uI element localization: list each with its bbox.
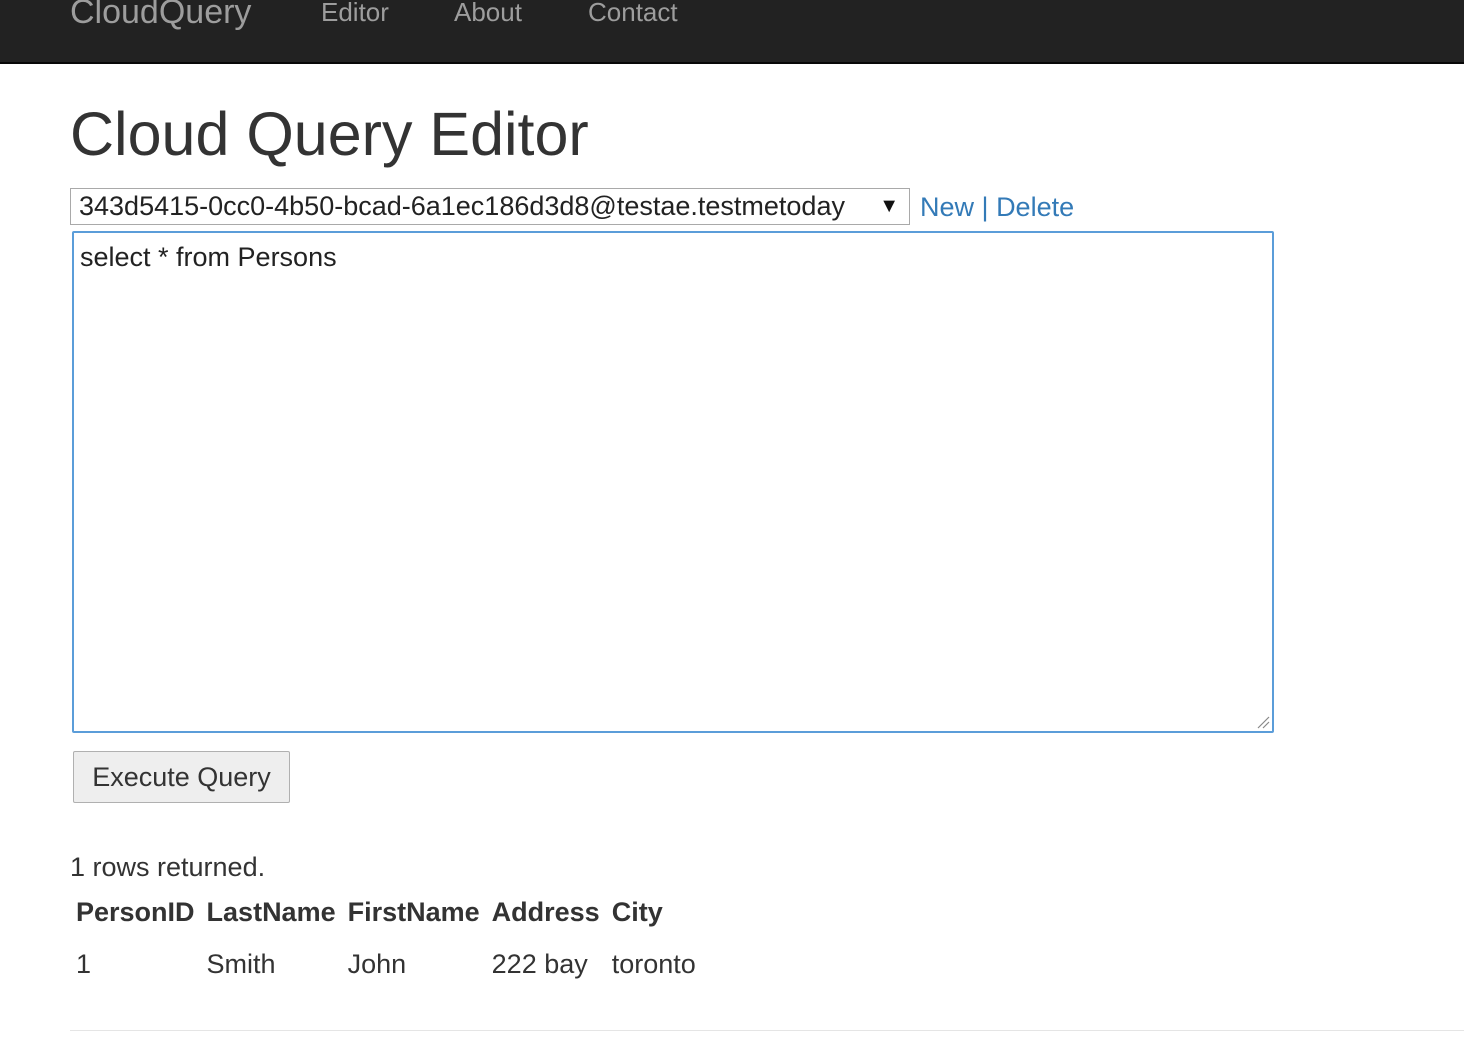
- new-link[interactable]: New: [920, 192, 974, 222]
- column-header-city: City: [611, 897, 663, 927]
- rows-returned-status: 1 rows returned.: [70, 852, 266, 882]
- cell-address: 222 bay: [491, 949, 588, 979]
- table-header-row: PersonID LastName FirstName Address City: [70, 888, 702, 936]
- column-header-firstname: FirstName: [347, 897, 480, 927]
- action-separator: |: [981, 192, 989, 222]
- execute-query-button[interactable]: Execute Query: [73, 751, 290, 803]
- page-title: Cloud Query Editor: [70, 100, 589, 168]
- brand-link[interactable]: CloudQuery: [70, 0, 251, 34]
- nav-link-about[interactable]: About: [454, 0, 522, 32]
- query-text: select * from Persons: [80, 242, 337, 272]
- resize-grip-icon[interactable]: [1254, 713, 1270, 729]
- cell-personid: 1: [76, 949, 92, 979]
- results-table: PersonID LastName FirstName Address City…: [70, 888, 702, 988]
- table-row: 1 Smith John 222 bay toronto: [70, 936, 702, 988]
- column-header-lastname: LastName: [206, 897, 336, 927]
- dropdown-arrow-icon: ▼: [879, 195, 899, 217]
- database-select-value: 343d5415-0cc0-4b50-bcad-6a1ec186d3d8@tes…: [79, 191, 845, 221]
- top-navbar: CloudQuery Editor About Contact: [0, 0, 1464, 64]
- column-header-personid: PersonID: [76, 897, 195, 927]
- cell-lastname: Smith: [206, 949, 276, 979]
- delete-link[interactable]: Delete: [996, 192, 1074, 222]
- column-header-address: Address: [491, 897, 600, 927]
- query-textarea[interactable]: select * from Persons: [72, 231, 1274, 733]
- cell-city: toronto: [611, 949, 696, 979]
- nav-link-editor[interactable]: Editor: [321, 0, 389, 32]
- nav-link-contact[interactable]: Contact: [588, 0, 678, 32]
- query-actions: New | Delete: [920, 189, 1074, 225]
- cell-firstname: John: [347, 949, 407, 979]
- footer-divider: [70, 1030, 1464, 1031]
- database-select[interactable]: 343d5415-0cc0-4b50-bcad-6a1ec186d3d8@tes…: [70, 188, 910, 225]
